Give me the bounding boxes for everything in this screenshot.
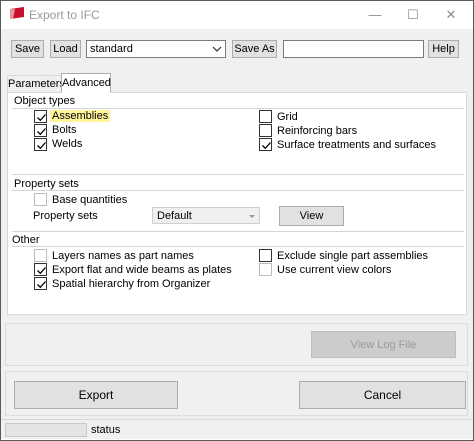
flat-beams-checkbox[interactable] [34,263,47,276]
surface-treatments-checkbox[interactable] [259,138,272,151]
checkmark-icon [37,281,46,289]
status-progress-field [5,423,87,437]
view-log-file-button[interactable]: View Log File [311,331,456,358]
checkmark-icon [37,142,46,150]
checkmark-icon [37,114,46,122]
property-sets-dropdown[interactable]: Default [152,207,260,224]
layer-names-checkbox[interactable] [34,249,47,262]
minimize-icon[interactable]: — [361,5,389,25]
reinforcing-bars-checkbox[interactable] [259,124,272,137]
bolts-checkbox[interactable] [34,124,47,137]
status-bar: status [1,419,473,439]
spatial-hierarchy-checkbox[interactable] [34,277,47,290]
grid-checkbox[interactable] [259,110,272,123]
view-property-sets-button[interactable]: View [279,206,344,226]
window-title: Export to IFC [29,8,100,22]
exclude-single-part-checkbox[interactable] [259,249,272,262]
chevron-down-icon [248,209,256,226]
maximize-icon[interactable]: ☐ [399,5,427,25]
welds-checkbox[interactable] [34,138,47,151]
property-sets-heading: Property sets [14,178,79,190]
save-as-name-input[interactable] [283,40,424,58]
property-sets-separator [12,190,464,191]
app-icon [9,7,25,21]
checkmark-icon [262,142,271,150]
title-bar[interactable]: Export to IFC — ☐ ✕ [1,1,473,29]
tab-advanced[interactable]: Advanced [61,73,111,93]
property-sets-dropdown-value: Default [157,210,192,222]
close-icon[interactable]: ✕ [437,5,465,25]
surface-treatments-label: Surface treatments and surfaces [277,139,436,151]
other-top-separator [12,231,464,232]
load-button[interactable]: Load [50,40,81,58]
chevron-down-icon [212,42,222,58]
base-quantities-label: Base quantities [52,194,128,206]
checkmark-icon [37,128,46,136]
assemblies-checkbox[interactable] [34,110,47,123]
save-as-button[interactable]: Save As [232,40,277,58]
export-button[interactable]: Export [14,381,178,409]
object-types-heading: Object types [14,95,76,107]
property-sets-label: Property sets [33,210,98,222]
save-button[interactable]: Save [11,40,44,58]
exclude-single-part-label: Exclude single part assemblies [277,250,429,262]
status-text: status [91,424,121,436]
welds-label: Welds [52,138,83,150]
current-view-colors-checkbox[interactable] [259,263,272,276]
assemblies-label: Assemblies [50,110,111,122]
tab-parameters[interactable]: Parameters [7,75,65,92]
bolts-label: Bolts [52,124,77,136]
reinforcing-bars-label: Reinforcing bars [277,125,358,137]
checkmark-icon [37,267,46,275]
layer-names-label: Layers names as part names [52,250,194,262]
cancel-button[interactable]: Cancel [299,381,466,409]
active-tab-join [62,91,110,94]
object-types-separator [12,108,464,109]
help-button[interactable]: Help [428,40,459,58]
other-separator [12,246,464,247]
flat-beams-label: Export flat and wide beams as plates [52,264,232,276]
base-quantities-checkbox[interactable] [34,193,47,206]
grid-label: Grid [277,111,298,123]
property-sets-top-separator [12,174,464,175]
current-view-colors-label: Use current view colors [277,264,392,276]
spatial-hierarchy-label: Spatial hierarchy from Organizer [52,278,211,290]
preset-dropdown[interactable]: standard [86,40,226,58]
other-heading: Other [12,234,40,246]
preset-dropdown-value: standard [90,43,133,55]
